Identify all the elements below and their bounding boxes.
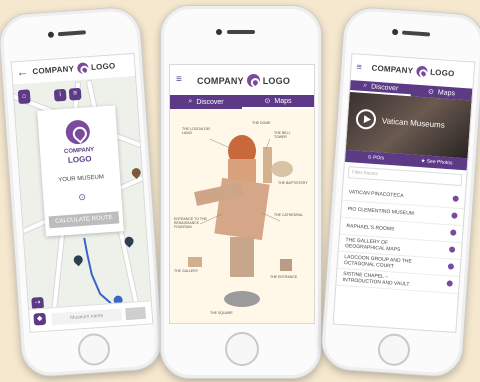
search-icon: ⌕ <box>188 98 193 105</box>
calculate-route-button[interactable]: CALCULATE ROUTE <box>48 211 120 229</box>
list-icon[interactable]: ≡ <box>68 87 82 101</box>
logo-text: LOGO <box>429 67 455 79</box>
logo-text: LOGO <box>90 61 116 72</box>
tab-label: Maps <box>437 88 456 97</box>
hero-title: Vatican Museums <box>381 116 446 130</box>
logo-text: LOGO <box>262 75 291 86</box>
museum-card[interactable]: COMPANY LOGO YOUR MUSEUM ⊙ CALCULATE ROU… <box>37 105 124 237</box>
map-label: THE BELL TOWER <box>274 131 291 139</box>
logo-icon <box>246 74 260 87</box>
home-button[interactable] <box>376 332 412 367</box>
info-icon <box>452 195 459 202</box>
header-logo: COMPANY LOGO <box>371 63 455 80</box>
header-logo: COMPANY LOGO <box>197 74 290 87</box>
item-label: SISTINE CHAPEL – INTRODUCTION AND VAULT <box>342 271 410 288</box>
logo-icon <box>65 119 91 145</box>
map-label: THE CATHEDRAL <box>274 213 303 217</box>
tab-label: Discover <box>196 98 224 106</box>
item-label: PIO CLEMENTINO MUSEUM <box>347 206 415 217</box>
map-label: THE GALLERY <box>174 269 199 273</box>
pois-label: POIs <box>372 154 385 162</box>
tab-bar: ⌕ Discover ⊙ Maps <box>170 95 314 109</box>
header-logo: COMPANY LOGO <box>32 60 116 77</box>
illustrated-map[interactable]: THE LOGGIA DEI LANZI THE DOME THE BELL T… <box>170 109 314 323</box>
search-icon: ⌕ <box>363 81 368 90</box>
logo-icon <box>76 62 89 74</box>
speaker <box>227 30 255 34</box>
item-label: THE GALLERY OF GEOGRAPHICAL MAPS <box>344 237 401 253</box>
map-label: THE LOGGIA DEI LANZI <box>182 127 211 135</box>
go-button[interactable] <box>125 306 147 321</box>
phone-right: ≡ COMPANY LOGO ⌕ Discover ⊙ Maps Vatican M… <box>319 5 480 379</box>
tab-label: Maps <box>274 97 292 105</box>
info-icon <box>447 263 455 270</box>
tab-maps[interactable]: ⊙ Maps <box>242 95 314 109</box>
play-icon[interactable] <box>355 108 377 130</box>
compass-icon[interactable]: ◆ <box>33 312 47 326</box>
info-icon <box>451 212 458 219</box>
company-text: COMPANY <box>32 64 75 77</box>
map-label: ENTRANCE TO THE RENAISSANCE FOUNTAIN <box>174 217 207 229</box>
photos-label: See Photos <box>426 158 453 167</box>
company-text: COMPANY <box>371 63 414 76</box>
camera <box>391 28 399 36</box>
company-text: COMPANY <box>197 75 244 86</box>
location-icon: ⊙ <box>78 191 87 203</box>
info-icon <box>446 280 453 287</box>
map-label: THE BAPTISTERY <box>278 181 308 185</box>
map-label: THE SQUARE <box>210 311 233 315</box>
speaker <box>401 30 431 37</box>
info-icon[interactable]: i <box>53 88 67 102</box>
tab-label: Discover <box>370 83 399 92</box>
pin-icon: ⊙ <box>264 98 271 105</box>
camera <box>47 31 55 38</box>
museum-label: YOUR MUSEUM <box>58 174 105 184</box>
logo-icon <box>415 65 428 78</box>
tab-discover[interactable]: ⌕ Discover <box>170 95 242 109</box>
filter-input[interactable]: Filter Rooms <box>347 166 463 187</box>
home-icon[interactable]: ⌂ <box>17 89 31 105</box>
speaker <box>57 30 87 37</box>
home-button[interactable] <box>76 332 112 367</box>
hero-image: Vatican Museums <box>345 92 472 159</box>
pin-icon: ⊙ <box>427 88 435 96</box>
info-icon <box>450 229 457 236</box>
museum-name-field[interactable]: Museum name <box>51 308 123 326</box>
menu-icon[interactable]: ≡ <box>356 61 362 71</box>
item-label: VATICAN PINACOTECA <box>348 189 404 200</box>
screen: ≡ COMPANY LOGO ⌕ Discover ⊙ Maps Vatican M… <box>332 53 476 334</box>
app-header: ≡ COMPANY LOGO <box>170 65 314 95</box>
item-label: RAPHAEL'S ROOMS <box>346 223 395 233</box>
phone-left: ← COMPANY LOGO ⌂ i ≡ COMPANY LOGO YOUR M… <box>0 5 165 379</box>
phone-middle: ≡ COMPANY LOGO ⌕ Discover ⊙ Maps THE LOG… <box>160 5 322 379</box>
map-label: THE ENTRANCE <box>270 275 298 279</box>
screen: ≡ COMPANY LOGO ⌕ Discover ⊙ Maps THE LOG… <box>169 64 315 324</box>
item-label: LAOCOON GROUP AND THE OCTAGONAL COURT <box>343 254 412 270</box>
screen: ← COMPANY LOGO ⌂ i ≡ COMPANY LOGO YOUR M… <box>10 52 154 333</box>
info-icon <box>448 246 456 253</box>
map-label: THE DOME <box>252 121 271 125</box>
back-arrow-icon[interactable]: ← <box>16 64 29 79</box>
home-button[interactable] <box>225 332 259 366</box>
camera <box>216 29 222 35</box>
map-view[interactable]: ⌂ i ≡ COMPANY LOGO YOUR MUSEUM ⊙ CALCULA… <box>10 75 154 333</box>
menu-icon[interactable]: ≡ <box>176 74 182 85</box>
